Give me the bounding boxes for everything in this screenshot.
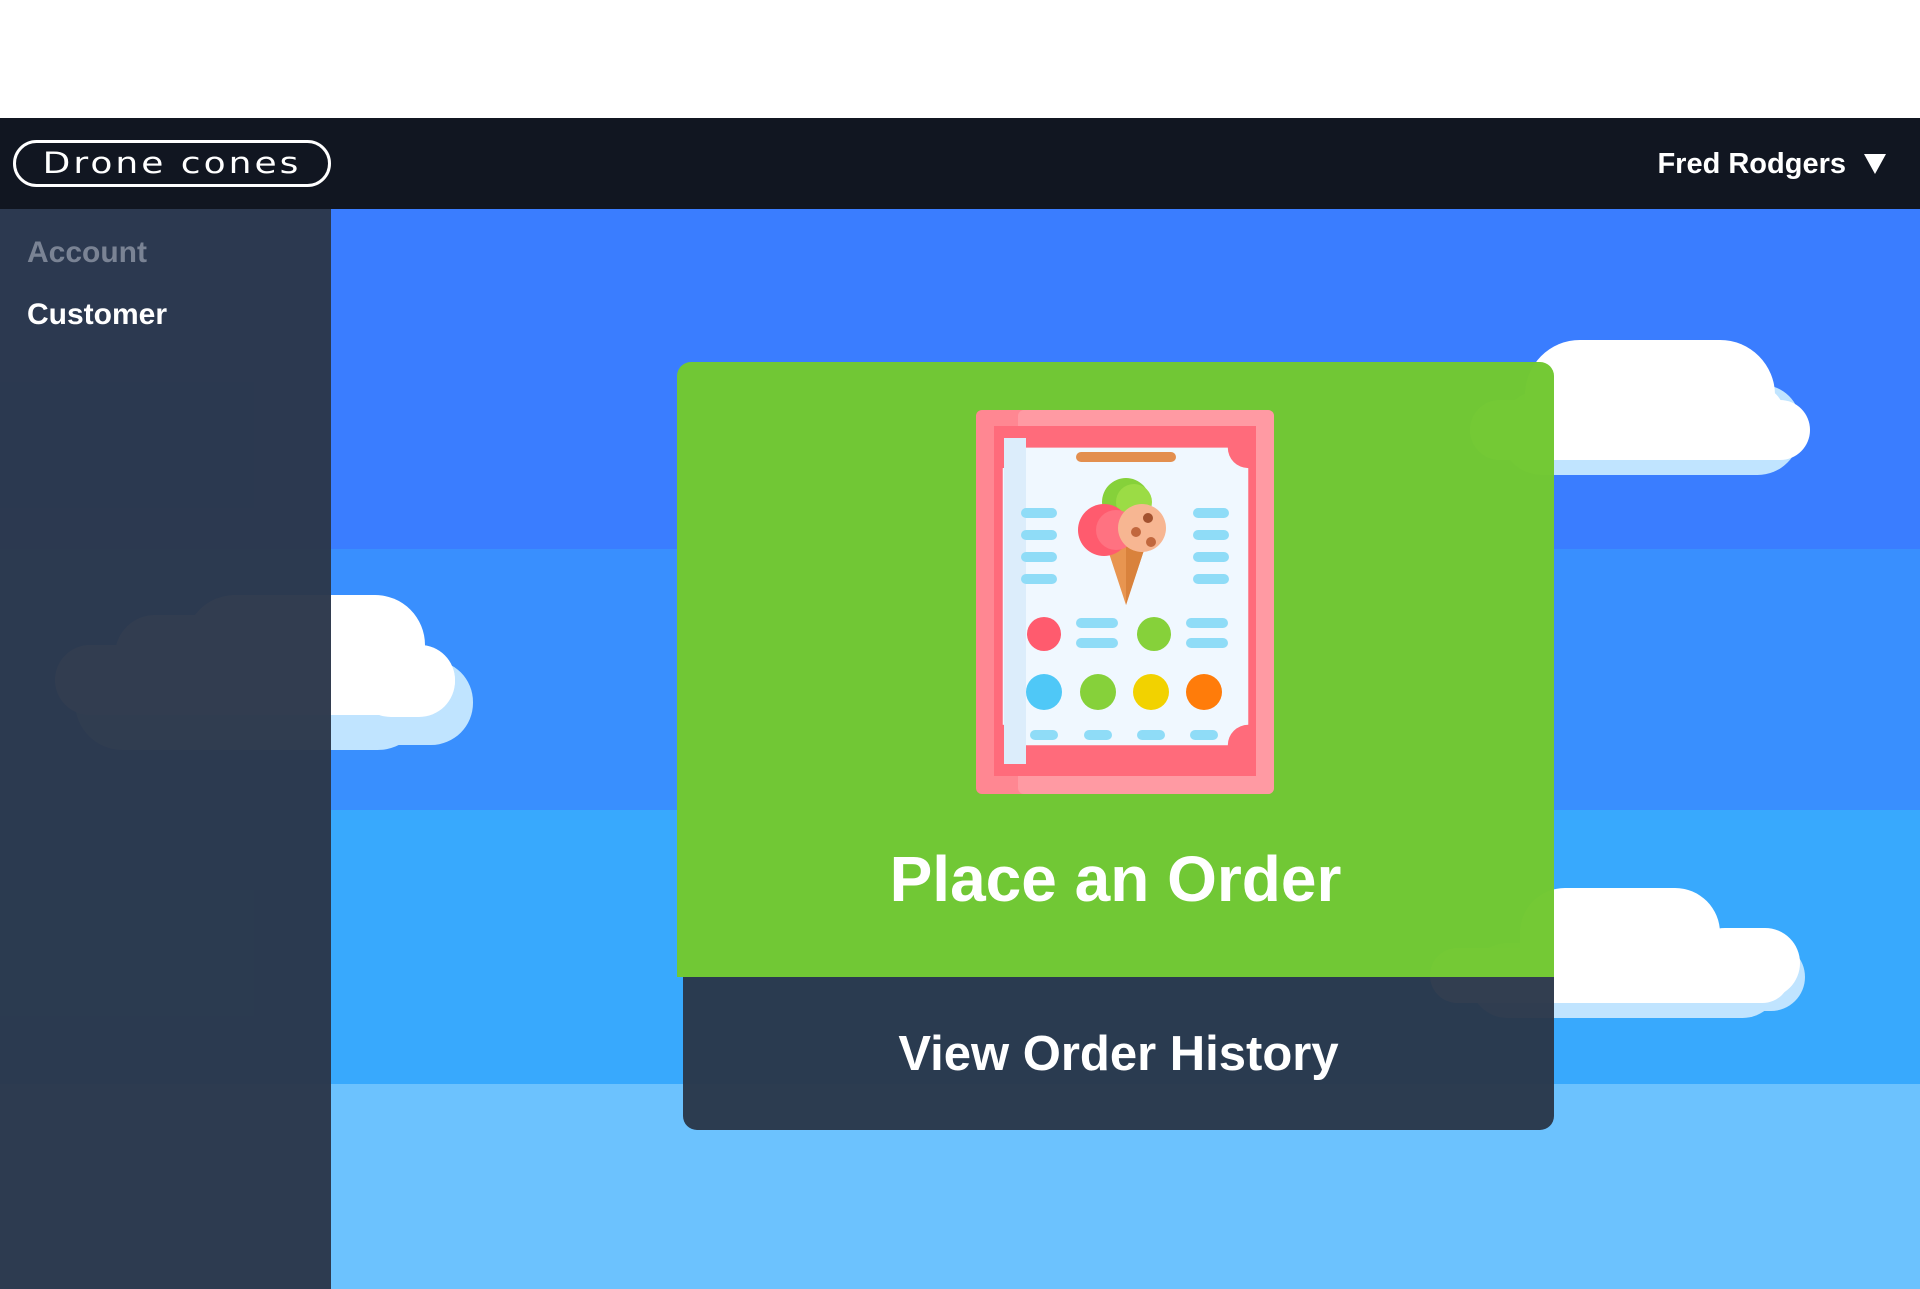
app-logo-text: Drone cones [42, 146, 302, 180]
sidebar-item-customer[interactable]: Customer [27, 298, 167, 332]
top-blank-area [0, 0, 1920, 118]
app-logo[interactable]: Drone cones [13, 140, 331, 187]
place-order-card[interactable]: Place an Order [677, 362, 1554, 977]
user-name: Fred Rodgers [1657, 147, 1846, 180]
sidebar [0, 209, 331, 1289]
place-order-label: Place an Order [889, 843, 1342, 915]
sidebar-heading: Account [27, 236, 147, 269]
user-menu[interactable]: Fred Rodgers [1657, 140, 1886, 188]
view-order-history-button[interactable]: View Order History [683, 977, 1554, 1130]
view-order-history-label: View Order History [898, 1026, 1339, 1081]
page: Drone cones Fred Rodgers Account Custome… [0, 0, 1920, 1289]
caret-down-icon [1864, 154, 1886, 174]
ice-cream-menu-icon [976, 410, 1274, 794]
